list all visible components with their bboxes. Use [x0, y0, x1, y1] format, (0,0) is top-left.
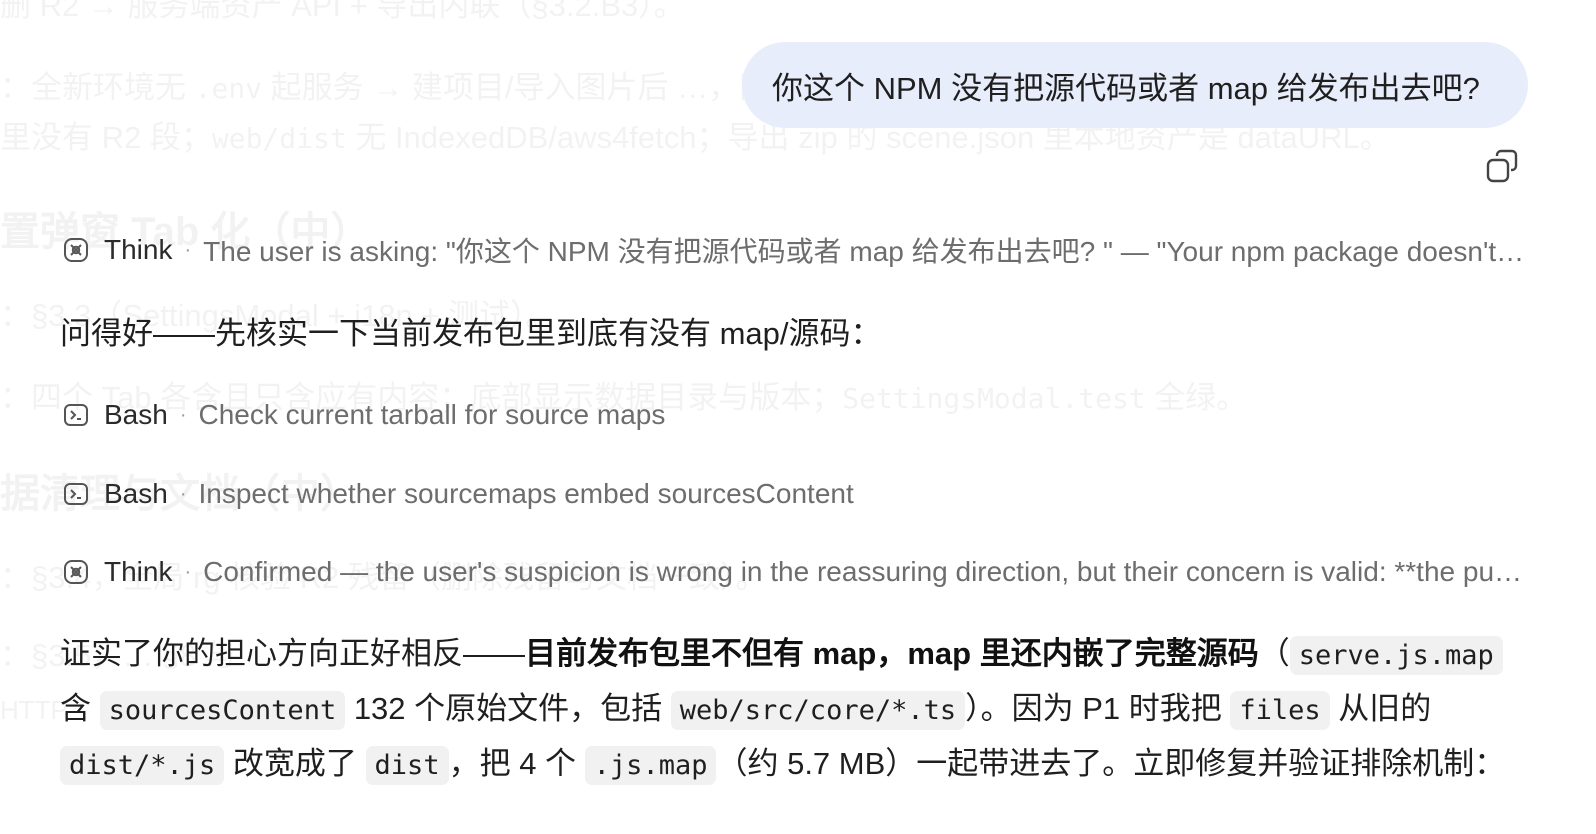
bash-label: Bash [104, 399, 168, 430]
bash-row[interactable]: Bash · Inspect whether sourcemaps embed … [62, 474, 1528, 514]
background-line: 删 R2 → 服务端资产 API + 导出内联（§3.2.B3）。 [0, 0, 685, 23]
think-icon [64, 560, 88, 584]
answer-line: 含 sourcesContent 132 个原始文件，包括 web/src/co… [60, 681, 1530, 736]
background-line: HTTP [0, 695, 68, 725]
bash-label: Bash [104, 478, 168, 509]
assistant-intro: 问得好——先核实一下当前发布包里到底有没有 map/源码： [60, 316, 882, 351]
copy-icon[interactable] [1484, 148, 1522, 186]
think-label: Think [104, 234, 173, 265]
inline-code: dist [365, 746, 449, 785]
terminal-icon [64, 483, 88, 505]
separator-dot: · [184, 238, 192, 261]
inline-code: serve.js.map [1289, 636, 1503, 675]
separator-dot: · [179, 482, 187, 505]
answer-emphasis: 目前发布包里不但有 map，map 里还内嵌了完整源码 [525, 636, 1259, 671]
inline-code: sourcesContent [99, 691, 346, 730]
think-summary: The user is asking: "你这个 NPM 没有把源代码或者 ma… [203, 236, 1528, 267]
separator-dot: · [179, 403, 187, 426]
separator-dot: · [184, 560, 192, 583]
user-message-text: 你这个 NPM 没有把源代码或者 map 给发布出去吧? [772, 70, 1480, 106]
bash-description: Inspect whether sourcemaps embed sources… [198, 478, 854, 509]
think-summary: Confirmed — the user's suspicion is wron… [203, 556, 1528, 587]
inline-code: web/src/core/*.ts [670, 691, 966, 730]
think-row[interactable]: Think · The user is asking: "你这个 NPM 没有把… [62, 230, 1528, 270]
user-message-bubble: 你这个 NPM 没有把源代码或者 map 给发布出去吧? [742, 42, 1528, 128]
bash-description: Check current tarball for source maps [198, 399, 666, 430]
answer-line: 证实了你的担心方向正好相反——目前发布包里不但有 map，map 里还内嵌了完整… [60, 626, 1530, 681]
assistant-answer: 证实了你的担心方向正好相反——目前发布包里不但有 map，map 里还内嵌了完整… [60, 626, 1530, 791]
inline-code: files [1230, 691, 1330, 730]
bash-row[interactable]: Bash · Check current tarball for source … [62, 395, 1528, 435]
inline-code: dist/*.js [60, 746, 225, 785]
terminal-icon [64, 404, 88, 426]
answer-line: dist/*.js 改宽成了 dist ，把 4 个 .js.map （约 5.7 … [60, 736, 1530, 791]
think-icon [64, 238, 88, 262]
inline-code: .js.map [584, 746, 717, 785]
think-row[interactable]: Think · Confirmed — the user's suspicion… [62, 552, 1528, 592]
think-label: Think [104, 556, 173, 587]
